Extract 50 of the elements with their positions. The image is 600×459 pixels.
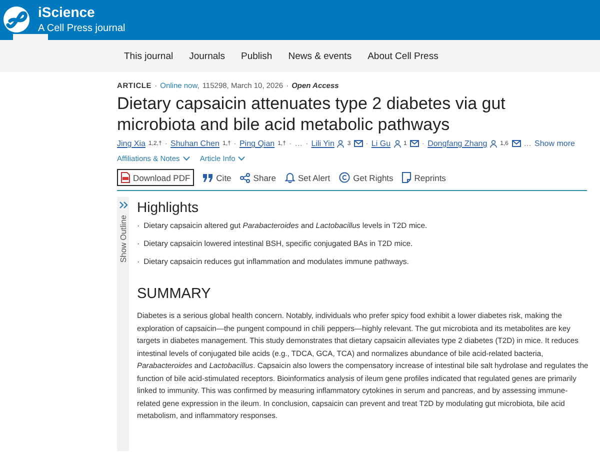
envelope-icon[interactable] [354, 140, 363, 147]
separator-dot: · [164, 139, 168, 148]
bell-icon [284, 172, 295, 183]
copyright-icon [339, 172, 350, 183]
action-button[interactable]: Share [240, 172, 276, 184]
affiliation-number: 1,† [278, 140, 286, 146]
journal-tagline: A Cell Press journal [38, 23, 126, 34]
author-link[interactable]: Jing Xia [117, 139, 146, 148]
affiliation-number: 1,2,† [148, 140, 162, 146]
affiliation-number: 1,6 [500, 140, 509, 146]
separator-dot: · [234, 139, 236, 148]
nav-link[interactable]: Journals [189, 50, 226, 62]
section-heading: Highlights [137, 199, 200, 215]
ellipsis: … [294, 139, 303, 148]
envelope-icon[interactable] [512, 140, 521, 147]
affiliation-number: 1 [404, 140, 407, 146]
envelope-icon[interactable] [410, 140, 419, 147]
author-link[interactable]: Shuhan Chen [170, 139, 220, 148]
action-button[interactable]: Set Alert [284, 171, 330, 184]
pdf-icon [121, 172, 130, 183]
section-heading: SUMMARY [137, 286, 212, 302]
action-button[interactable]: Reprints [402, 171, 446, 184]
author-link[interactable]: Dongfang Zhang [428, 139, 488, 148]
double-chevron-icon[interactable] [118, 201, 128, 209]
share-icon [240, 172, 250, 182]
nav-link[interactable]: About Cell Press [368, 50, 438, 62]
separator-dot: · [306, 139, 308, 148]
chevron-down-icon [182, 156, 190, 161]
nav-link[interactable]: This journal [124, 50, 174, 62]
action-button[interactable]: Cite [203, 172, 232, 184]
show-more-link[interactable]: Show more [534, 139, 575, 148]
action-button[interactable]: Get Rights [339, 171, 394, 184]
ellipsis: … [524, 139, 532, 148]
author-link[interactable]: Li Gu [371, 139, 391, 148]
article-title: Dietary capsaicin attenuates type 2 diabetes via gut microbiota and bile acid metabolic pathways [117, 93, 506, 135]
separator-dot: · [366, 139, 368, 148]
author-link[interactable]: Ping Qian [239, 139, 275, 148]
chevron-down-icon [238, 156, 246, 161]
separator-dot: · [288, 139, 292, 148]
journal-name: iScience [38, 4, 95, 20]
nav-link[interactable]: News & events [288, 50, 352, 62]
download-button[interactable]: Download PDF [117, 169, 194, 186]
nav-link[interactable]: Publish [241, 50, 272, 62]
outline-toggle[interactable]: Show Outline [118, 215, 128, 263]
separator-dot: · [422, 139, 425, 148]
affiliation-number: 1,† [222, 140, 231, 146]
document-icon [402, 172, 412, 183]
author-link[interactable]: Lili Yin [311, 139, 334, 148]
affiliation-number: 3 [347, 140, 351, 146]
quote-icon [203, 174, 214, 182]
